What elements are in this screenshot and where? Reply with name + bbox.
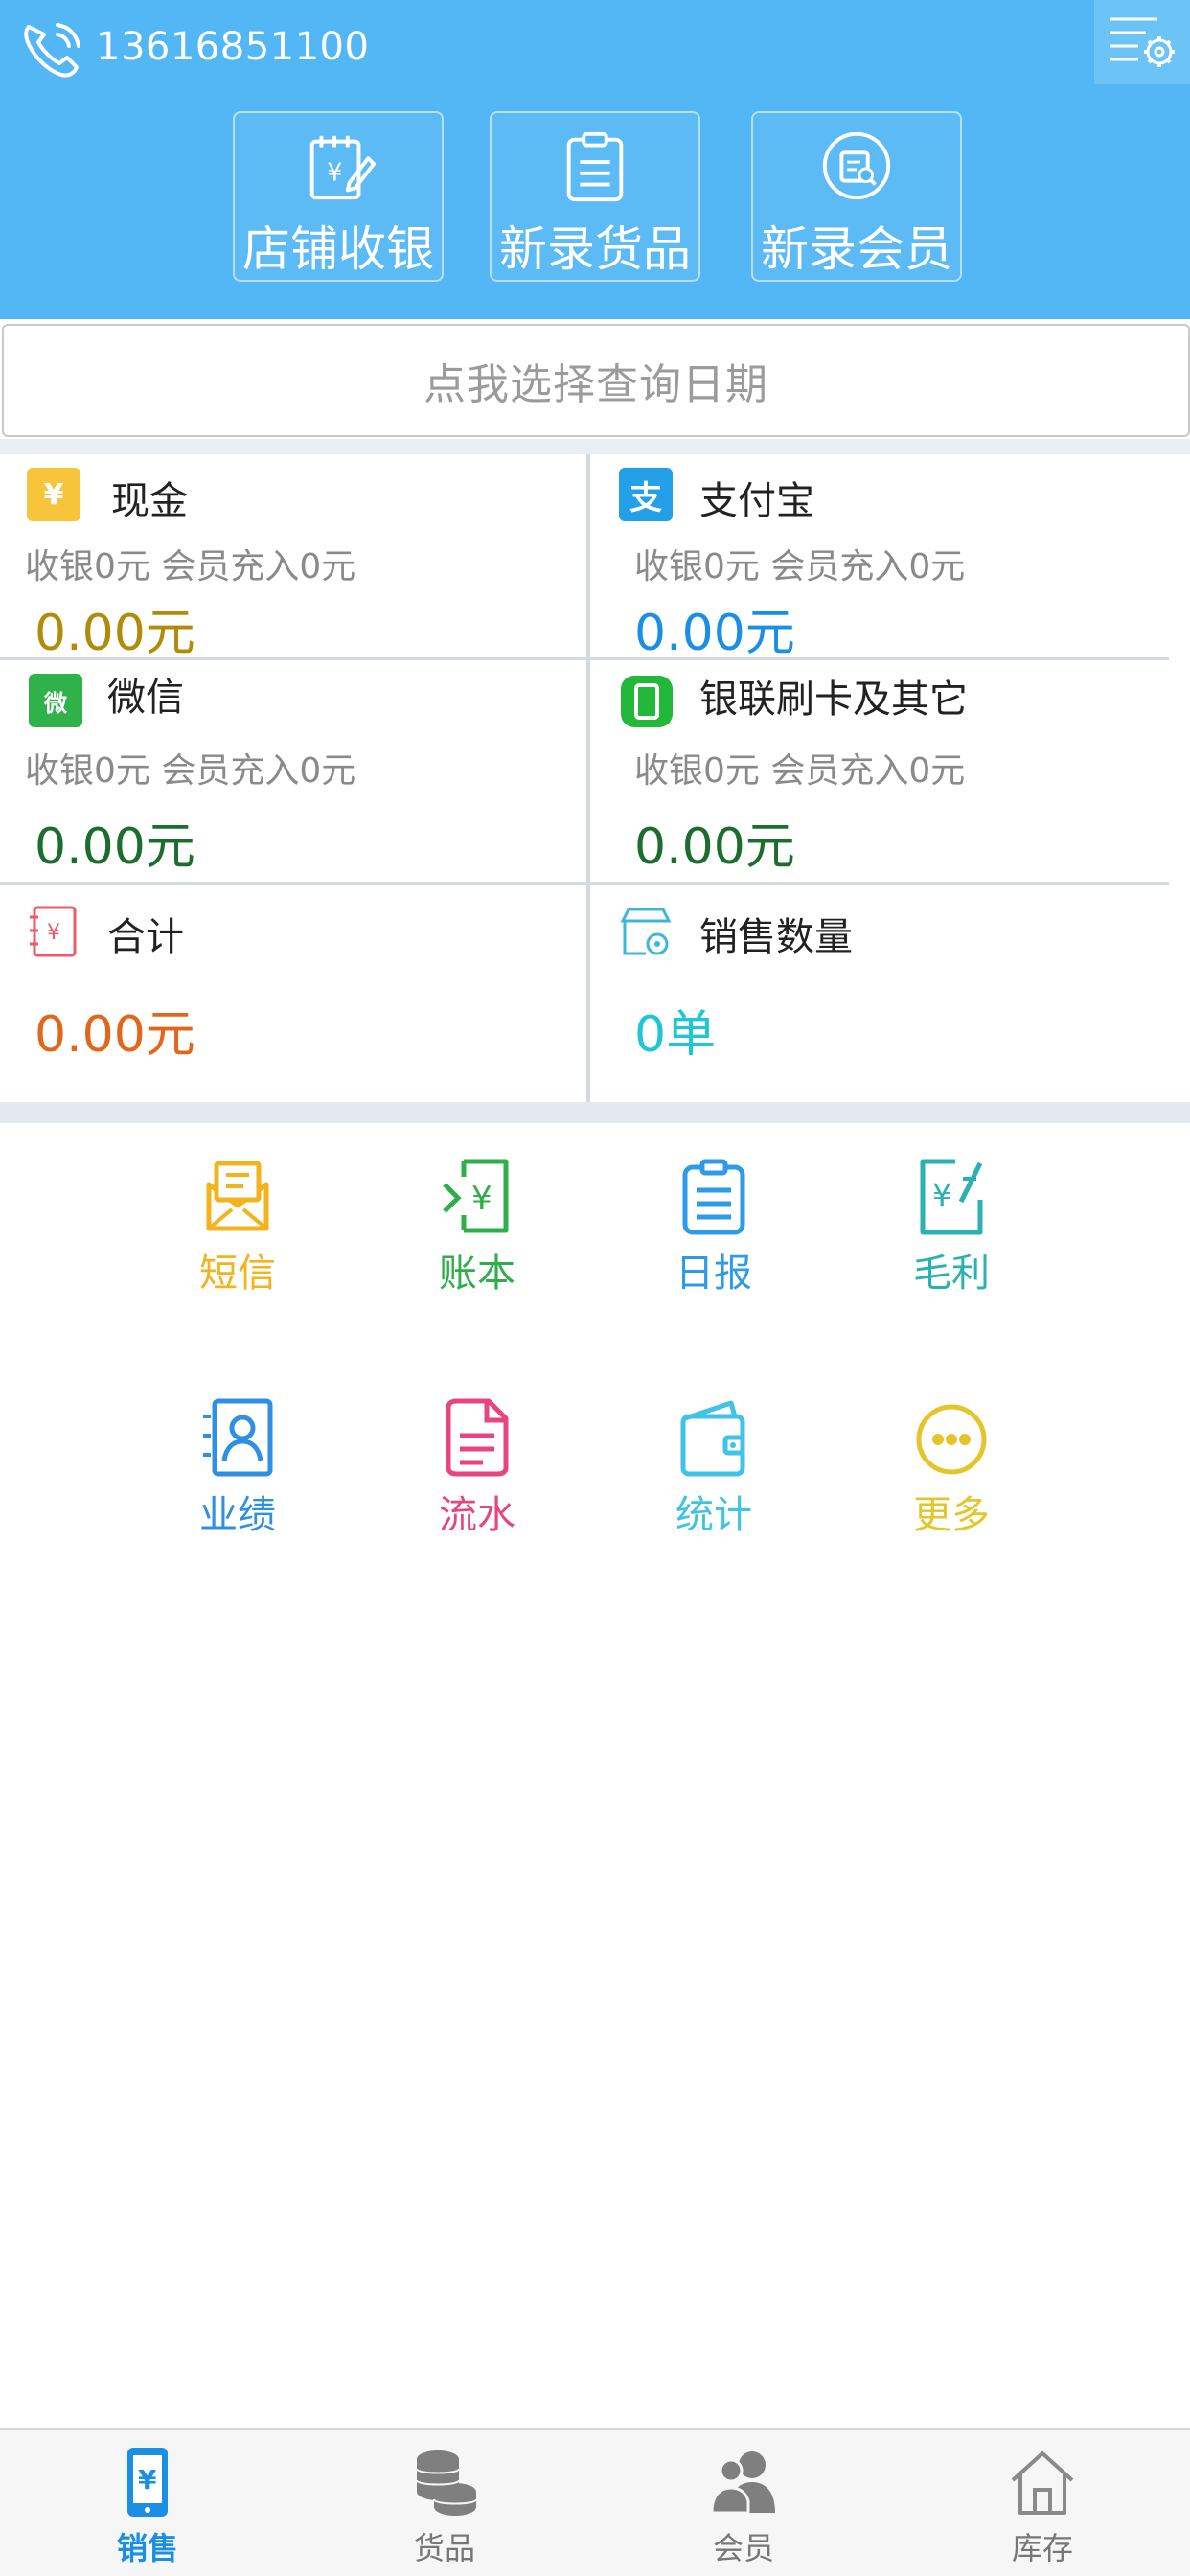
new-goods-label: 新录货品	[499, 221, 691, 277]
func-ledger-label: 账本	[439, 1252, 515, 1296]
divider	[0, 439, 1190, 454]
coins-stack-icon	[416, 2450, 477, 2516]
settings-button[interactable]	[1094, 0, 1190, 84]
new-goods-button[interactable]: 新录货品	[490, 111, 700, 282]
stat-unionpay-amount: 0.00元	[634, 818, 795, 876]
stat-wechat-amount: 0.00元	[34, 818, 195, 876]
stat-sales-count-title: 销售数量	[699, 915, 853, 959]
transactions-icon	[446, 1398, 509, 1477]
stat-sales-count: 销售数量 0单	[590, 885, 1190, 1102]
shop-gear-icon	[620, 908, 672, 955]
svg-text:¥: ¥	[47, 921, 60, 945]
func-statistics-button[interactable]: 统计	[637, 1397, 790, 1539]
stat-total: ¥ 合计 0.00元	[0, 885, 586, 1102]
func-transactions-label: 流水	[439, 1493, 515, 1537]
stat-alipay-amount: 0.00元	[634, 605, 795, 662]
stat-wechat-detail: 收银0元 会员充入0元	[25, 751, 356, 791]
func-transactions-button[interactable]: 流水	[400, 1397, 554, 1539]
store-checkout-label: 店铺收银	[242, 221, 434, 277]
func-more-label: 更多	[913, 1493, 990, 1537]
alipay-icon: 支	[619, 468, 673, 521]
func-more-button[interactable]: 更多	[875, 1397, 1028, 1539]
tab-sales-label: 销售	[116, 2530, 178, 2566]
settings-gear-icon	[1110, 17, 1175, 67]
func-daily-report-label: 日报	[675, 1252, 752, 1296]
svg-text:¥: ¥	[138, 2464, 157, 2496]
ledger-icon: ¥	[443, 1159, 509, 1233]
member-card-icon	[822, 131, 891, 200]
stat-total-title: 合计	[107, 915, 184, 959]
tab-goods[interactable]: 货品	[358, 2446, 531, 2568]
wallet-icon	[680, 1400, 745, 1477]
members-icon	[710, 2451, 775, 2515]
phone-number: 13616851100	[96, 25, 370, 69]
stat-alipay-detail: 收银0元 会员充入0元	[634, 547, 966, 586]
func-gross-profit-label: 毛利	[913, 1252, 990, 1296]
func-performance-button[interactable]: 业绩	[161, 1397, 314, 1539]
tab-sales[interactable]: ¥ 销售	[61, 2446, 234, 2568]
svg-text:¥: ¥	[932, 1177, 951, 1213]
tab-inventory[interactable]: 库存	[956, 2446, 1129, 2568]
bank-card-icon	[621, 676, 673, 727]
tab-goods-label: 货品	[413, 2530, 475, 2566]
store-checkout-button[interactable]: ¥ 店铺收银	[233, 111, 444, 282]
stat-unionpay-detail: 收银0元 会员充入0元	[634, 751, 966, 791]
wechat-icon: 微	[29, 674, 82, 727]
stat-wechat-title: 微信	[107, 676, 184, 720]
receipt-icon: ¥	[30, 906, 77, 957]
stat-sales-count-amount: 0单	[634, 1006, 717, 1064]
svg-text:¥: ¥	[471, 1180, 492, 1218]
stat-unionpay-title: 银联刷卡及其它	[699, 678, 968, 722]
clipboard-icon	[566, 131, 624, 202]
stat-wechat: 微 微信 收银0元 会员充入0元 0.00元	[0, 660, 586, 882]
svg-text:¥: ¥	[327, 158, 342, 187]
tab-members-label: 会员	[712, 2530, 774, 2566]
more-icon	[916, 1404, 987, 1475]
func-statistics-label: 统计	[675, 1493, 752, 1537]
func-sms-button[interactable]: 短信	[161, 1156, 314, 1298]
func-gross-profit-button[interactable]: ¥ 毛利	[875, 1156, 1028, 1298]
date-selector-label: 点我选择查询日期	[423, 360, 768, 409]
stat-unionpay: 银联刷卡及其它 收银0元 会员充入0元 0.00元	[590, 660, 1190, 882]
phone-icon	[24, 23, 80, 78]
stat-alipay: 支 支付宝 收银0元 会员充入0元 0.00元	[590, 454, 1190, 662]
new-member-label: 新录会员	[761, 221, 952, 277]
func-sms-label: 短信	[199, 1252, 276, 1296]
section-divider	[0, 1102, 1190, 1123]
sms-icon	[206, 1161, 269, 1231]
stat-alipay-title: 支付宝	[699, 479, 814, 523]
gross-profit-icon: ¥	[920, 1159, 983, 1235]
func-daily-report-button[interactable]: 日报	[637, 1156, 790, 1298]
date-selector-button[interactable]: 点我选择查询日期	[2, 324, 1190, 437]
house-icon	[1011, 2451, 1074, 2515]
new-member-button[interactable]: 新录会员	[751, 111, 962, 282]
daily-report-icon	[682, 1159, 745, 1235]
func-performance-label: 业绩	[199, 1493, 276, 1537]
header-bar: 13616851100 ¥ 店铺收银 新录货品 新录会员	[0, 0, 1190, 319]
stat-cash: ¥ 现金 收银0元 会员充入0元 0.00元	[0, 454, 586, 662]
phone-yen-icon: ¥	[127, 2448, 168, 2517]
cash-yen-icon: ¥	[27, 468, 80, 521]
func-ledger-button[interactable]: ¥ 账本	[400, 1156, 554, 1298]
stat-cash-amount: 0.00元	[34, 605, 195, 662]
stat-total-amount: 0.00元	[34, 1006, 195, 1064]
bottom-tab-bar: ¥ 销售 货品 会员 库存	[0, 2428, 1190, 2576]
tab-inventory-label: 库存	[1011, 2530, 1073, 2566]
cash-register-icon: ¥	[309, 135, 377, 200]
phone-contact[interactable]: 13616851100	[15, 13, 369, 80]
performance-icon	[203, 1398, 273, 1477]
stat-cash-detail: 收银0元 会员充入0元	[25, 547, 356, 586]
stat-cash-title: 现金	[111, 479, 188, 523]
tab-members[interactable]: 会员	[657, 2446, 830, 2568]
